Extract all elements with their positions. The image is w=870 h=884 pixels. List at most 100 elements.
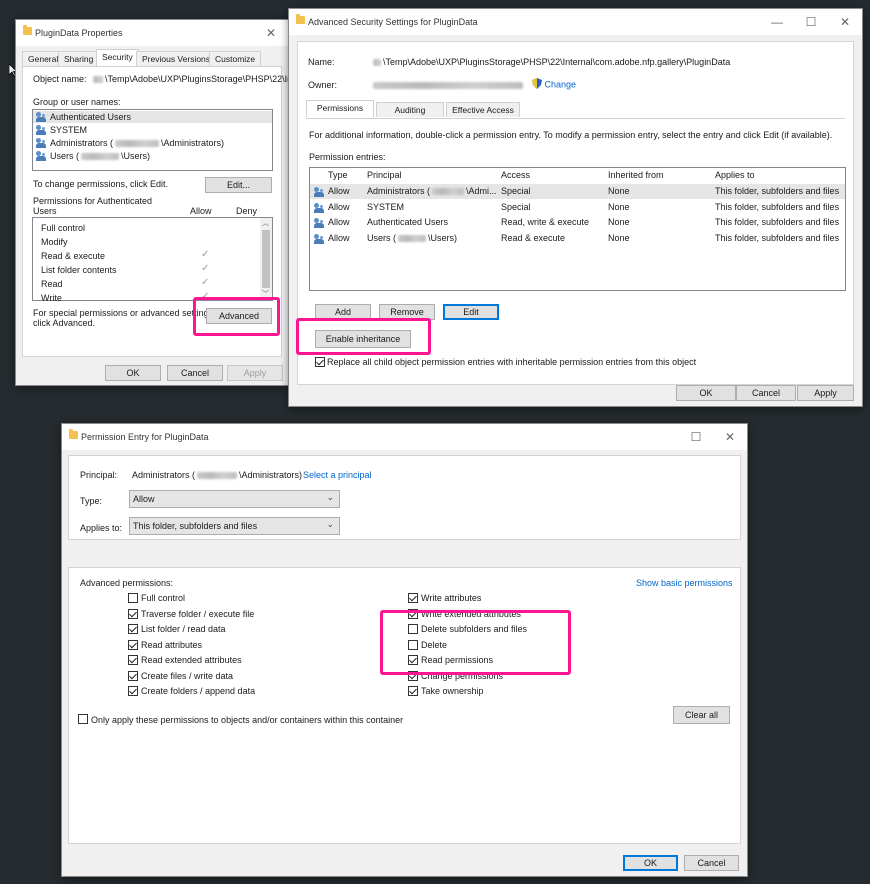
advanced-permissions-panel: Advanced permissions: Show basic permiss… xyxy=(68,567,741,844)
user-group-icon xyxy=(314,203,326,213)
permission-label: Create folders / append data xyxy=(141,686,256,696)
user-group-icon xyxy=(36,138,48,148)
folder-icon xyxy=(69,429,78,439)
edit-button[interactable]: Edit... xyxy=(205,177,272,193)
perm-read-execute: Read & execute xyxy=(41,251,106,261)
ok-button[interactable]: OK xyxy=(105,365,161,381)
col-applies[interactable]: Applies to xyxy=(715,170,755,180)
tab-previous-versions[interactable]: Previous Versions xyxy=(136,51,217,66)
allow-check-icon: ✓ xyxy=(201,249,210,260)
close-icon[interactable]: ✕ xyxy=(254,23,288,43)
object-name-label: Object name: xyxy=(33,74,87,84)
user-group-icon xyxy=(314,187,326,197)
permission-checkbox[interactable] xyxy=(128,639,138,650)
applies-to-select[interactable]: This folder, subfolders and files ⌄ xyxy=(129,517,340,535)
only-apply-checkbox[interactable] xyxy=(78,714,88,724)
close-icon[interactable]: ✕ xyxy=(828,12,862,32)
permission-checkbox[interactable] xyxy=(128,593,138,603)
table-row[interactable]: Allow Administrators (\Admi... Special N… xyxy=(310,184,845,199)
ok-button[interactable]: OK xyxy=(623,855,678,871)
cancel-button[interactable]: Cancel xyxy=(684,855,739,871)
list-item[interactable]: Users (\Users) xyxy=(33,150,272,162)
name-label: Name: xyxy=(308,57,335,67)
list-item[interactable]: SYSTEM xyxy=(33,124,272,136)
cancel-button[interactable]: Cancel xyxy=(736,385,796,401)
permission-label: Read attributes xyxy=(141,639,203,650)
owner-label: Owner: xyxy=(308,80,338,90)
permission-label: Read extended attributes xyxy=(141,655,242,665)
permissions-for-label-user: Users xyxy=(33,206,57,216)
table-row[interactable]: Allow SYSTEM Special None This folder, s… xyxy=(310,200,845,215)
tab-sharing[interactable]: Sharing xyxy=(58,51,100,66)
applies-to-label: Applies to: xyxy=(80,523,123,533)
clear-all-button[interactable]: Clear all xyxy=(673,706,730,724)
change-owner-link[interactable]: Change xyxy=(532,78,576,91)
highlight-advanced xyxy=(193,297,280,336)
tab-security[interactable]: Security xyxy=(96,49,139,66)
principal-panel: Principal: Administrators (\Administrato… xyxy=(68,455,741,540)
col-principal[interactable]: Principal xyxy=(367,170,402,180)
permission-checkbox[interactable] xyxy=(128,670,138,681)
principal-value: Administrators (\Administrators) xyxy=(132,470,303,480)
list-item[interactable]: Authenticated Users xyxy=(33,111,272,123)
permission-label: Write attributes xyxy=(421,593,482,603)
table-header: Type Principal Access Inherited from App… xyxy=(310,168,845,183)
cancel-button[interactable]: Cancel xyxy=(167,365,223,381)
permission-checkbox[interactable] xyxy=(128,686,138,696)
replace-child-checkbox[interactable] xyxy=(315,357,325,367)
uac-shield-icon xyxy=(532,78,542,91)
permission-checkbox[interactable] xyxy=(128,608,138,619)
tab-permissions[interactable]: Permissions xyxy=(306,100,374,117)
scroll-up-icon[interactable]: ︿ xyxy=(262,218,269,228)
folder-icon xyxy=(296,14,305,24)
user-group-icon xyxy=(36,112,48,122)
apply-button[interactable]: Apply xyxy=(797,385,854,401)
group-list[interactable]: Authenticated Users SYSTEM Administrator… xyxy=(32,109,273,171)
allow-check-icon: ✓ xyxy=(201,277,210,288)
user-group-icon xyxy=(36,151,48,161)
maximize-icon[interactable]: ☐ xyxy=(679,427,713,447)
permission-checkbox[interactable] xyxy=(408,686,418,696)
table-row[interactable]: Allow Users (\Users) Read & execute None… xyxy=(310,231,845,246)
show-basic-permissions-link[interactable]: Show basic permissions xyxy=(636,578,733,588)
principal-label: Principal: xyxy=(80,470,118,480)
edit-entry-button[interactable]: Edit xyxy=(443,304,499,320)
tab-effective-access[interactable]: Effective Access xyxy=(446,102,520,117)
permissions-for-label: Permissions for Authenticated xyxy=(33,196,153,206)
permission-label: Create files / write data xyxy=(141,670,234,681)
object-name-value: \Temp\Adobe\UXP\PluginsStorage\PHSP\22\I… xyxy=(91,74,288,84)
col-access[interactable]: Access xyxy=(501,170,530,180)
close-icon[interactable]: ✕ xyxy=(713,427,747,447)
entry-title: Permission Entry for PluginData xyxy=(81,432,209,442)
type-select[interactable]: Allow ⌄ xyxy=(129,490,340,508)
chevron-down-icon: ⌄ xyxy=(326,492,334,502)
tab-customize[interactable]: Customize xyxy=(209,51,262,66)
permission-checkbox[interactable] xyxy=(128,655,138,665)
minimize-icon[interactable]: — xyxy=(760,12,794,32)
only-apply-label: Only apply these permissions to objects … xyxy=(91,715,404,725)
click-advanced-text: click Advanced. xyxy=(33,318,96,328)
permissions-list: Full control Modify Read & execute ✓ Lis… xyxy=(32,217,273,303)
select-principal-link[interactable]: Select a principal xyxy=(303,470,372,480)
highlight-delete-permissions xyxy=(380,610,571,675)
permission-checkbox[interactable] xyxy=(408,593,418,603)
properties-tabs: General Sharing Security Previous Versio… xyxy=(22,49,288,67)
chevron-down-icon: ⌄ xyxy=(326,519,334,529)
permission-label: List folder / read data xyxy=(141,624,226,634)
permission-label: Full control xyxy=(141,593,186,603)
table-row[interactable]: Allow Authenticated Users Read, write & … xyxy=(310,215,845,230)
advanced-titlebar: Advanced Security Settings for PluginDat… xyxy=(289,9,862,35)
permission-label: Traverse folder / execute file xyxy=(141,608,255,619)
permission-checkbox[interactable] xyxy=(128,624,138,634)
scrollbar[interactable]: ︿ ﹀ xyxy=(260,218,272,300)
ok-button[interactable]: OK xyxy=(676,385,736,401)
col-inherited[interactable]: Inherited from xyxy=(608,170,664,180)
scrollbar-thumb[interactable] xyxy=(262,230,270,288)
folder-icon xyxy=(23,25,32,35)
list-item[interactable]: Administrators (\Administrators) xyxy=(33,137,272,149)
tab-auditing[interactable]: Auditing xyxy=(376,102,444,117)
maximize-icon[interactable]: ☐ xyxy=(794,12,828,32)
owner-value xyxy=(371,80,525,90)
advanced-title: Advanced Security Settings for PluginDat… xyxy=(308,17,478,27)
col-type[interactable]: Type xyxy=(328,170,348,180)
